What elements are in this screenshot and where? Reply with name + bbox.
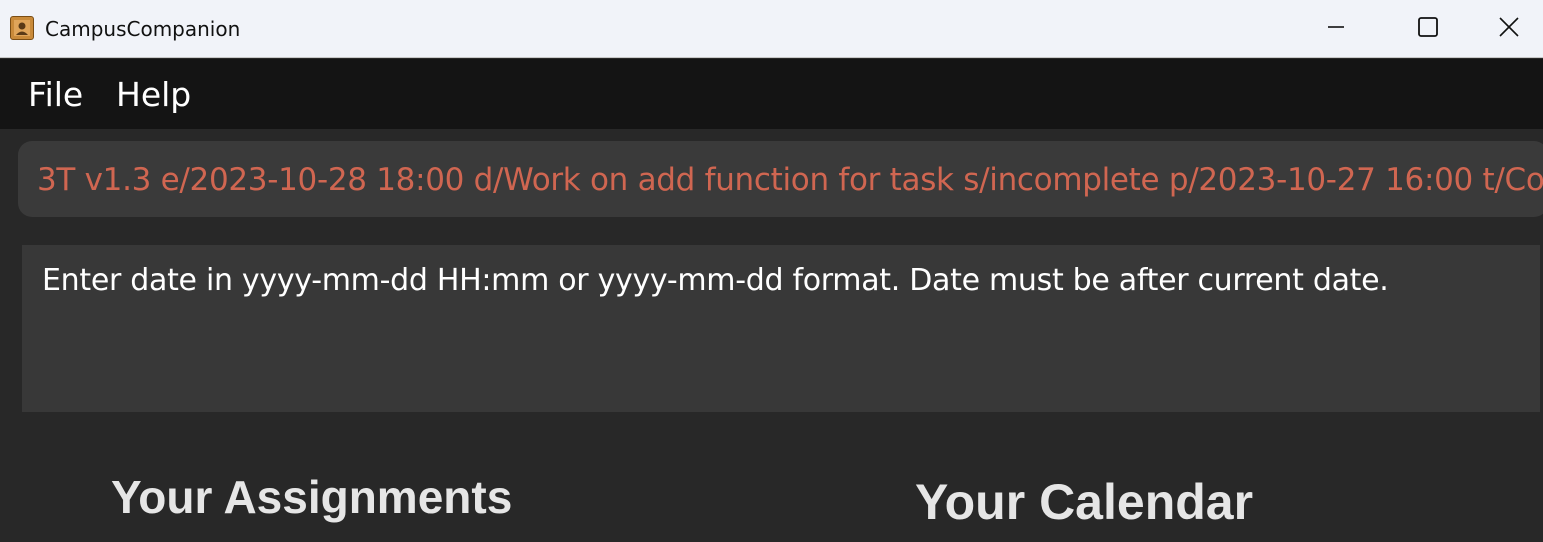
window-title: CampusCompanion — [45, 17, 241, 41]
contacts-book-icon — [10, 16, 34, 40]
app-window: CampusCompanion File Help 3T v1.3 e/2023… — [0, 0, 1543, 542]
command-input-text[interactable]: 3T v1.3 e/2023-10-28 18:00 d/Work on add… — [37, 160, 1543, 200]
result-display[interactable]: Enter date in yyyy-mm-dd HH:mm or yyyy-m… — [22, 245, 1540, 412]
menu-bar: File Help — [0, 59, 1543, 129]
close-button[interactable] — [1474, 0, 1543, 57]
title-bar[interactable]: CampusCompanion — [0, 0, 1543, 58]
close-icon — [1498, 16, 1520, 42]
command-input[interactable]: 3T v1.3 e/2023-10-28 18:00 d/Work on add… — [18, 141, 1543, 217]
minimize-icon — [1326, 17, 1346, 41]
assignments-heading: Your Assignments — [111, 471, 513, 523]
maximize-icon — [1417, 16, 1439, 42]
menu-file[interactable]: File — [28, 75, 83, 115]
result-message: Enter date in yyyy-mm-dd HH:mm or yyyy-m… — [42, 263, 1389, 298]
maximize-button[interactable] — [1382, 0, 1474, 57]
calendar-heading: Your Calendar — [915, 474, 1254, 530]
menu-help[interactable]: Help — [116, 75, 191, 115]
minimize-button[interactable] — [1290, 0, 1382, 57]
